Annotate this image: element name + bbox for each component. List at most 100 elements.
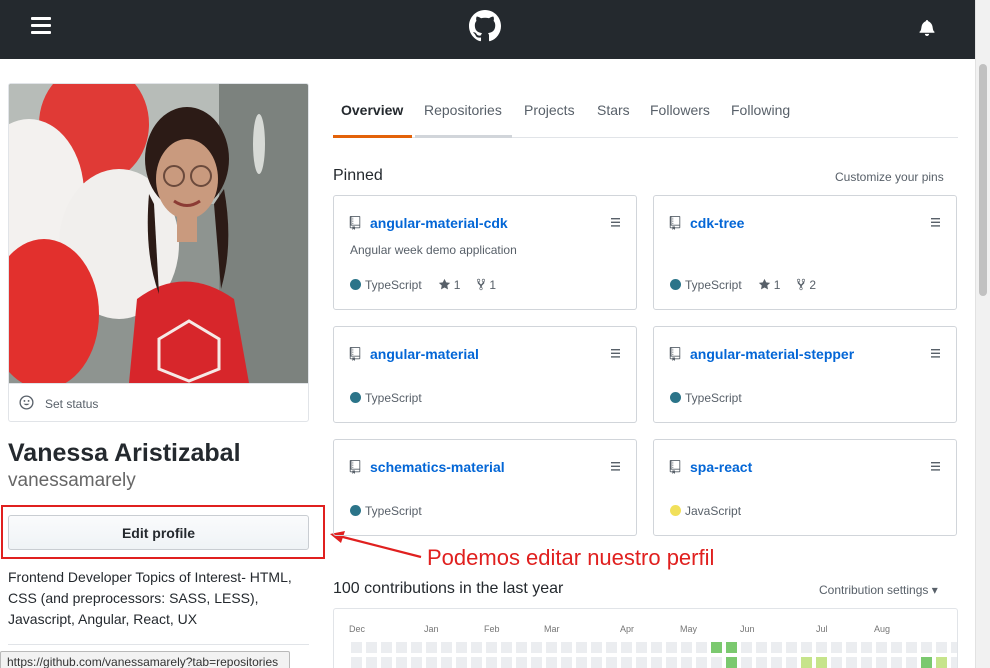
contribution-day-cell[interactable] [696, 657, 707, 668]
contribution-day-cell[interactable] [681, 657, 692, 668]
contribution-day-cell[interactable] [831, 642, 842, 653]
contribution-day-cell[interactable] [531, 642, 542, 653]
tab-following[interactable]: Following [731, 102, 790, 118]
contribution-day-cell[interactable] [441, 657, 452, 668]
drag-handle-icon[interactable] [931, 349, 940, 358]
contribution-day-cell[interactable] [456, 642, 467, 653]
contribution-day-cell[interactable] [396, 642, 407, 653]
contribution-day-cell[interactable] [381, 642, 392, 653]
contribution-day-cell[interactable] [741, 657, 752, 668]
hamburger-menu-icon[interactable] [31, 17, 51, 34]
scrollbar-thumb[interactable] [979, 64, 987, 296]
contribution-day-cell[interactable] [756, 657, 767, 668]
contribution-day-cell[interactable] [696, 642, 707, 653]
repo-name-link[interactable]: spa-react [690, 459, 752, 475]
contribution-day-cell[interactable] [456, 657, 467, 668]
contribution-day-cell[interactable] [771, 657, 782, 668]
repo-name-link[interactable]: cdk-tree [690, 215, 744, 231]
contribution-day-cell[interactable] [876, 657, 887, 668]
contribution-day-cell[interactable] [411, 642, 422, 653]
contribution-day-cell[interactable] [561, 657, 572, 668]
contribution-day-cell[interactable] [816, 657, 827, 668]
github-octocat-icon[interactable] [469, 10, 501, 42]
page-scrollbar[interactable] [975, 0, 990, 668]
drag-handle-icon[interactable] [611, 218, 620, 227]
contribution-day-cell[interactable] [381, 657, 392, 668]
contribution-day-cell[interactable] [711, 657, 722, 668]
contribution-day-cell[interactable] [801, 642, 812, 653]
repo-name-link[interactable]: schematics-material [370, 459, 505, 475]
contribution-day-cell[interactable] [756, 642, 767, 653]
repo-stars[interactable]: 1 [438, 278, 460, 292]
drag-handle-icon[interactable] [931, 462, 940, 471]
contribution-day-cell[interactable] [366, 642, 377, 653]
contribution-day-cell[interactable] [516, 657, 527, 668]
contribution-day-cell[interactable] [951, 657, 957, 668]
tab-stars[interactable]: Stars [597, 102, 630, 118]
contribution-settings-dropdown[interactable]: Contribution settings ▾ [819, 583, 938, 597]
tab-followers[interactable]: Followers [650, 102, 710, 118]
contribution-day-cell[interactable] [426, 657, 437, 668]
contribution-day-cell[interactable] [801, 657, 812, 668]
contribution-day-cell[interactable] [636, 642, 647, 653]
contribution-day-cell[interactable] [861, 642, 872, 653]
contribution-day-cell[interactable] [546, 642, 557, 653]
contribution-day-cell[interactable] [351, 642, 362, 653]
repo-name-link[interactable]: angular-material [370, 346, 479, 362]
contribution-day-cell[interactable] [936, 657, 947, 668]
contribution-day-cell[interactable] [951, 642, 957, 653]
contribution-day-cell[interactable] [921, 642, 932, 653]
contribution-day-cell[interactable] [846, 642, 857, 653]
drag-handle-icon[interactable] [611, 349, 620, 358]
contribution-day-cell[interactable] [936, 642, 947, 653]
contribution-day-cell[interactable] [786, 657, 797, 668]
contribution-day-cell[interactable] [621, 642, 632, 653]
contribution-day-cell[interactable] [411, 657, 422, 668]
contribution-day-cell[interactable] [681, 642, 692, 653]
contribution-day-cell[interactable] [486, 657, 497, 668]
repo-forks[interactable]: 2 [796, 278, 816, 292]
contribution-day-cell[interactable] [666, 642, 677, 653]
contribution-day-cell[interactable] [591, 657, 602, 668]
contribution-day-cell[interactable] [891, 642, 902, 653]
contribution-day-cell[interactable] [486, 642, 497, 653]
contribution-day-cell[interactable] [516, 642, 527, 653]
contribution-day-cell[interactable] [606, 642, 617, 653]
contribution-day-cell[interactable] [906, 642, 917, 653]
repo-name-link[interactable]: angular-material-cdk [370, 215, 508, 231]
contribution-day-cell[interactable] [921, 657, 932, 668]
contribution-day-cell[interactable] [546, 657, 557, 668]
bell-icon[interactable] [919, 19, 935, 36]
repo-name-link[interactable]: angular-material-stepper [690, 346, 854, 362]
contribution-day-cell[interactable] [621, 657, 632, 668]
contribution-day-cell[interactable] [816, 642, 827, 653]
customize-pins-link[interactable]: Customize your pins [835, 170, 944, 184]
tab-overview[interactable]: Overview [341, 102, 403, 118]
tab-repositories[interactable]: Repositories [424, 102, 502, 118]
contribution-day-cell[interactable] [561, 642, 572, 653]
contribution-day-cell[interactable] [471, 657, 482, 668]
contribution-day-cell[interactable] [651, 642, 662, 653]
contribution-day-cell[interactable] [651, 657, 662, 668]
contribution-day-cell[interactable] [501, 657, 512, 668]
contribution-day-cell[interactable] [741, 642, 752, 653]
contribution-day-cell[interactable] [501, 642, 512, 653]
contribution-day-cell[interactable] [846, 657, 857, 668]
contribution-day-cell[interactable] [591, 642, 602, 653]
contribution-day-cell[interactable] [771, 642, 782, 653]
contribution-day-cell[interactable] [726, 657, 737, 668]
contribution-day-cell[interactable] [666, 657, 677, 668]
avatar[interactable] [9, 84, 308, 383]
drag-handle-icon[interactable] [931, 218, 940, 227]
contribution-day-cell[interactable] [351, 657, 362, 668]
contribution-day-cell[interactable] [891, 657, 902, 668]
contribution-day-cell[interactable] [441, 642, 452, 653]
repo-forks[interactable]: 1 [476, 278, 496, 292]
contribution-day-cell[interactable] [471, 642, 482, 653]
contribution-day-cell[interactable] [726, 642, 737, 653]
drag-handle-icon[interactable] [611, 462, 620, 471]
contribution-day-cell[interactable] [576, 642, 587, 653]
contribution-day-cell[interactable] [786, 642, 797, 653]
contribution-day-cell[interactable] [636, 657, 647, 668]
contribution-day-cell[interactable] [531, 657, 542, 668]
